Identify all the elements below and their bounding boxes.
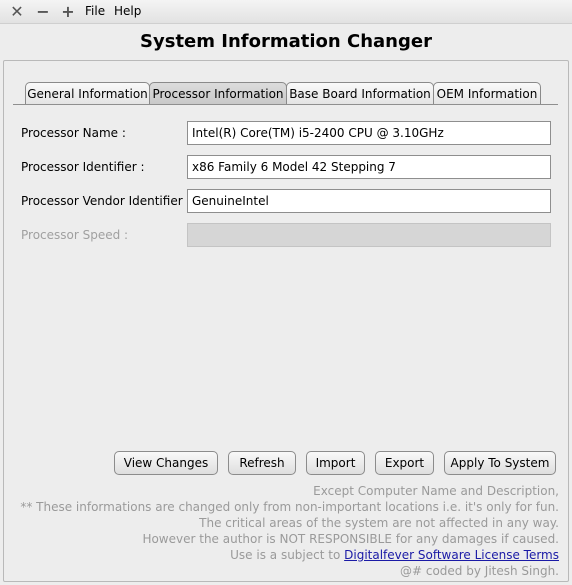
note-line-5: Use is a subject to Digitalfever Softwar…: [230, 548, 559, 562]
tab-processor-information[interactable]: Processor Information: [149, 82, 287, 104]
note-line-6: @# coded by Jitesh Singh.: [400, 564, 559, 578]
minimize-icon[interactable]: −: [35, 4, 51, 20]
processor-vendor-identifier-field[interactable]: GenuineIntel: [187, 189, 551, 213]
processor-speed-field: [187, 223, 551, 247]
refresh-button[interactable]: Refresh: [228, 451, 296, 475]
note-line-1: Except Computer Name and Description,: [313, 484, 559, 498]
processor-identifier-label: Processor Identifier :: [21, 160, 145, 174]
note-line-2: ** These informations are changed only f…: [20, 500, 559, 514]
close-icon[interactable]: ✕: [9, 4, 25, 20]
processor-speed-label: Processor Speed :: [21, 228, 129, 242]
note-line-3: The critical areas of the system are not…: [199, 516, 559, 530]
processor-name-label: Processor Name :: [21, 126, 126, 140]
maximize-icon[interactable]: +: [60, 4, 76, 20]
processor-name-field[interactable]: Intel(R) Core(TM) i5-2400 CPU @ 3.10GHz: [187, 121, 551, 145]
license-terms-link[interactable]: Digitalfever Software License Terms: [344, 548, 559, 562]
processor-vendor-identifier-label: Processor Vendor Identifier :: [21, 194, 191, 208]
app-title: System Information Changer: [140, 31, 432, 52]
tab-oem-information[interactable]: OEM Information: [433, 82, 541, 104]
title-bar: ✕ − + File Help: [0, 0, 572, 24]
note-line-4: However the author is NOT RESPONSIBLE fo…: [142, 532, 559, 546]
export-button[interactable]: Export: [375, 451, 434, 475]
apply-to-system-button[interactable]: Apply To System: [444, 451, 556, 475]
tab-base-board-information[interactable]: Base Board Information: [286, 82, 434, 104]
tab-general-information[interactable]: General Information: [25, 82, 150, 104]
import-button[interactable]: Import: [306, 451, 365, 475]
processor-identifier-field[interactable]: x86 Family 6 Model 42 Stepping 7: [187, 155, 551, 179]
menu-file[interactable]: File: [85, 4, 105, 18]
view-changes-button[interactable]: View Changes: [114, 451, 218, 475]
license-prefix-text: Use is a subject to: [230, 548, 345, 562]
menu-help[interactable]: Help: [114, 4, 141, 18]
